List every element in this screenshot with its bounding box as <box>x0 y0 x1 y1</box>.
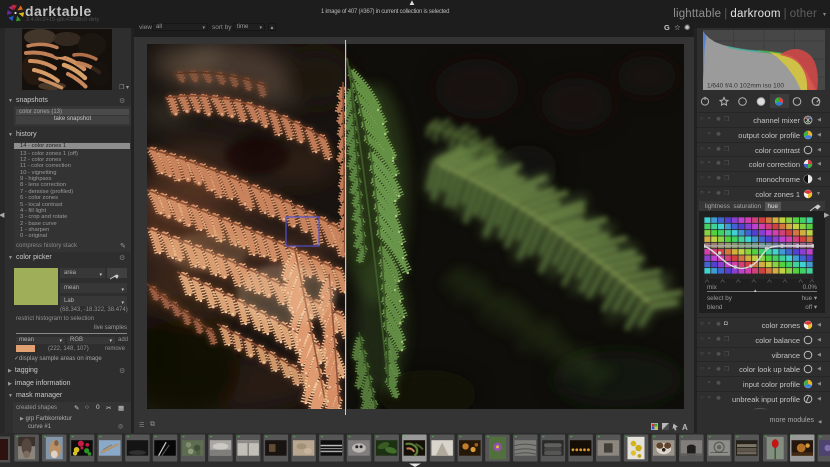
svg-text:A: A <box>682 423 688 431</box>
svg-text:1/640 f/4.0 102mm iso 100: 1/640 f/4.0 102mm iso 100 <box>707 83 784 90</box>
